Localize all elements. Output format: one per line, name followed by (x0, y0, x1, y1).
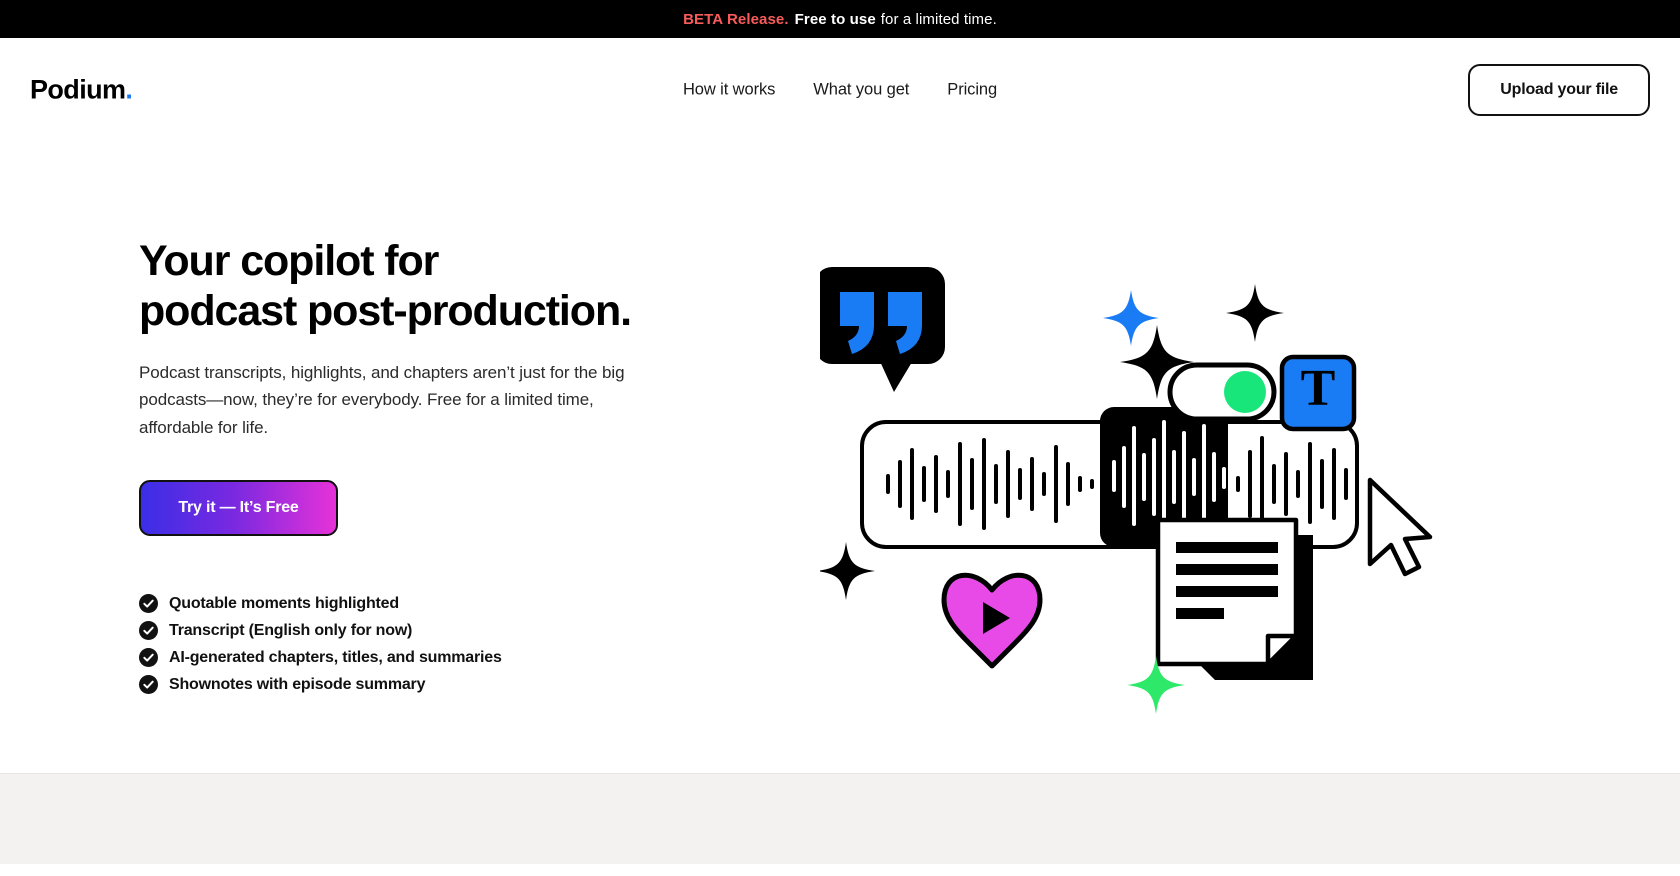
hero-subtitle: Podcast transcripts, highlights, and cha… (139, 359, 629, 442)
toggle-switch-icon (1170, 365, 1274, 419)
hero-section: Your copilot for podcast post-production… (0, 142, 1680, 864)
bottom-strip (0, 774, 1680, 864)
sparkle-icon (1103, 290, 1159, 346)
list-item: AI-generated chapters, titles, and summa… (139, 648, 699, 667)
page-title: Your copilot for podcast post-production… (139, 236, 699, 337)
beta-banner: BETA Release. Free to use for a limited … (0, 0, 1680, 38)
feature-label: Shownotes with episode summary (169, 676, 425, 694)
podcast-tools-illustration: T (820, 252, 1520, 732)
text-tool-icon: T (1282, 357, 1354, 429)
check-circle-icon (139, 621, 158, 640)
feature-label: AI-generated chapters, titles, and summa… (169, 649, 502, 667)
nav-item-how-it-works[interactable]: How it works (683, 81, 775, 100)
hero-title-line-1: Your copilot for (139, 237, 438, 285)
hero-copy-column: Your copilot for podcast post-production… (139, 236, 699, 694)
cta-area: No account required! Try it — It’s Free (139, 480, 699, 590)
sparkle-icon (1226, 284, 1284, 342)
heart-play-icon (944, 575, 1040, 666)
upload-your-file-button[interactable]: Upload your file (1468, 64, 1650, 116)
logo-text: Podium (30, 75, 125, 105)
feature-list: Quotable moments highlighted Transcript … (139, 594, 699, 694)
banner-bold-text: Free to use (795, 11, 876, 28)
try-it-free-button[interactable]: Try it — It’s Free (139, 480, 338, 536)
banner-rest-text: for a limited time. (881, 11, 997, 28)
nav-item-what-you-get[interactable]: What you get (813, 81, 909, 100)
list-item: Quotable moments highlighted (139, 594, 699, 613)
logo-dot: . (125, 75, 132, 105)
logo[interactable]: Podium. (30, 75, 132, 106)
feature-label: Transcript (English only for now) (169, 622, 412, 640)
main-nav: How it works What you get Pricing (683, 81, 997, 100)
list-item: Shownotes with episode summary (139, 675, 699, 694)
feature-label: Quotable moments highlighted (169, 595, 399, 613)
banner-highlight-text: BETA Release. (683, 11, 789, 28)
cursor-arrow-icon (1370, 480, 1430, 574)
check-circle-icon (139, 648, 158, 667)
speech-bubble-quote-icon (820, 267, 945, 392)
text-tool-glyph: T (1301, 360, 1336, 417)
hero-title-line-2: podcast post-production. (139, 287, 631, 335)
site-header: Podium. How it works What you get Pricin… (0, 38, 1680, 142)
check-circle-icon (139, 594, 158, 613)
nav-item-pricing[interactable]: Pricing (947, 81, 997, 100)
check-circle-icon (139, 675, 158, 694)
list-item: Transcript (English only for now) (139, 621, 699, 640)
document-lines-icon (1158, 520, 1313, 680)
sparkle-icon (820, 542, 875, 600)
